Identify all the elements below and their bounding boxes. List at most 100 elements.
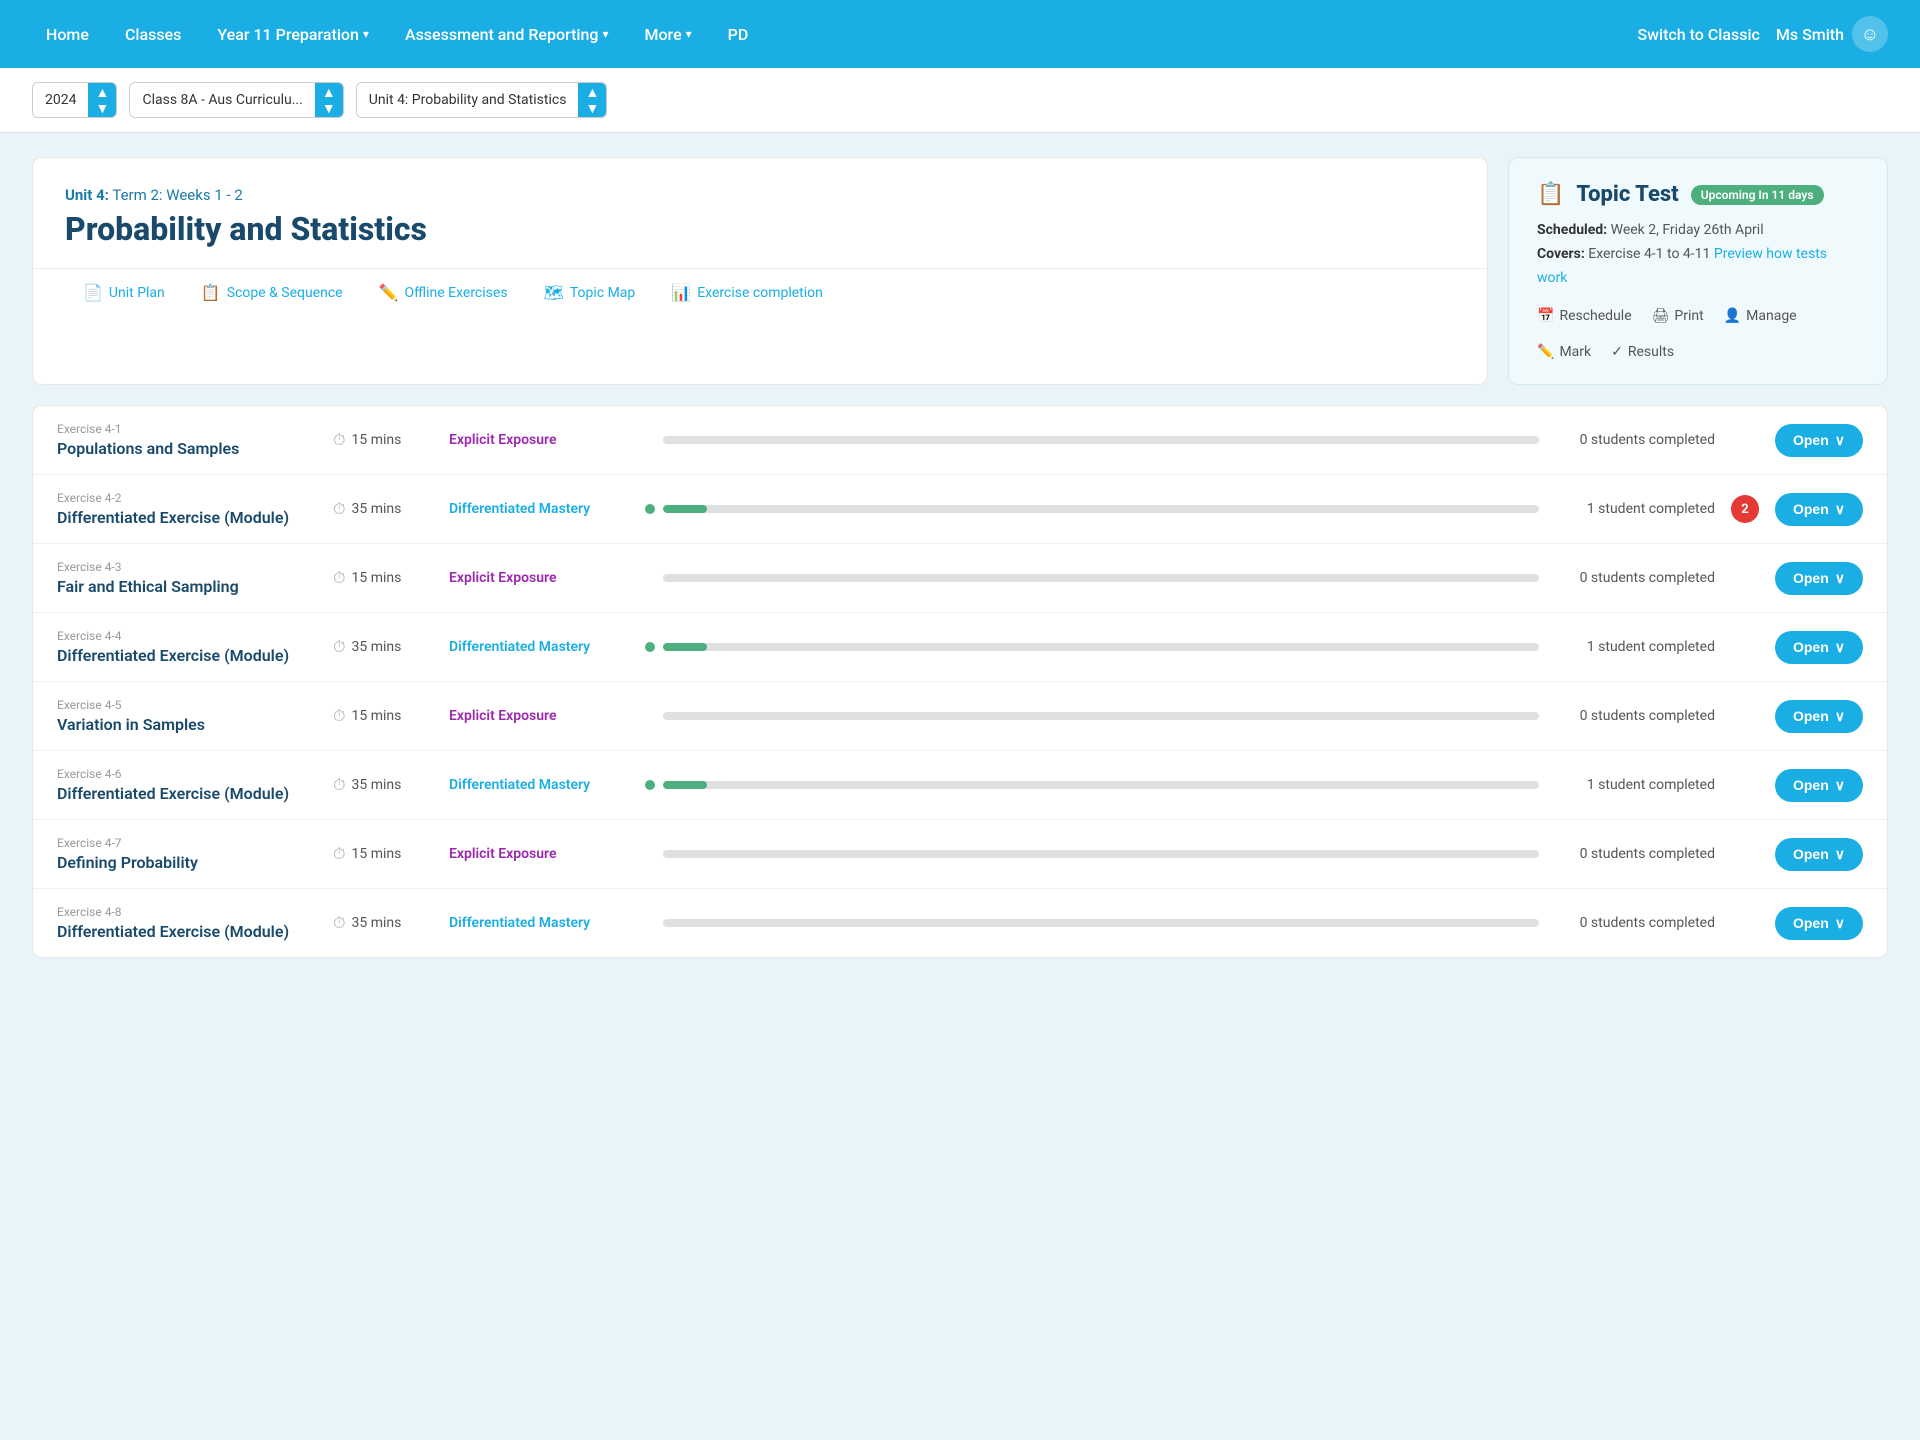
chevron-down-icon: ∨ xyxy=(1835,915,1845,932)
reschedule-icon: 📅 xyxy=(1537,308,1554,324)
progress-bar xyxy=(663,850,1539,858)
exercise-completed-count: 0 students completed xyxy=(1555,570,1715,586)
print-button[interactable]: 🖨 Print xyxy=(1652,308,1704,324)
exercise-progress xyxy=(645,850,1539,858)
class-chevron-icon[interactable]: ▲▼ xyxy=(315,83,343,117)
progress-bar xyxy=(663,505,1539,513)
table-row: Exercise 4-3 Fair and Ethical Sampling ⏱… xyxy=(33,544,1887,613)
tab-unit-plan[interactable]: 📄 Unit Plan xyxy=(65,269,183,316)
class-selector[interactable]: Class 8A - Aus Curriculu... ▲▼ xyxy=(129,82,343,118)
open-button[interactable]: Open ∨ xyxy=(1775,700,1863,733)
offline-exercises-icon: ✏️ xyxy=(379,283,399,302)
clock-icon: ⏱ xyxy=(333,499,345,519)
exercise-info: Exercise 4-4 Differentiated Exercise (Mo… xyxy=(57,629,317,665)
toolbar: 2024 ▲▼ Class 8A - Aus Curriculu... ▲▼ U… xyxy=(0,68,1920,133)
results-button[interactable]: ✓ Results xyxy=(1611,344,1674,360)
exercise-info: Exercise 4-3 Fair and Ethical Sampling xyxy=(57,560,317,596)
table-row: Exercise 4-1 Populations and Samples ⏱ 1… xyxy=(33,406,1887,475)
exercise-name: Differentiated Exercise (Module) xyxy=(57,508,317,527)
main-content: Unit 4: Term 2: Weeks 1 - 2 Probability … xyxy=(0,133,1920,982)
exercise-completed-count: 0 students completed xyxy=(1555,846,1715,862)
progress-dot xyxy=(645,780,655,790)
mark-icon: ✏️ xyxy=(1537,344,1554,360)
nav-home[interactable]: Home xyxy=(32,17,103,52)
year-selector[interactable]: 2024 ▲▼ xyxy=(32,82,117,118)
chevron-down-icon: ▾ xyxy=(602,27,608,41)
progress-bar-fill xyxy=(663,643,707,651)
user-name: Ms Smith xyxy=(1776,25,1844,44)
topic-test-header: 📋 Topic Test Upcoming In 11 days xyxy=(1537,182,1859,207)
nav-more[interactable]: More ▾ xyxy=(630,17,705,52)
open-button[interactable]: Open ∨ xyxy=(1775,838,1863,871)
progress-bar xyxy=(663,436,1539,444)
open-button[interactable]: Open ∨ xyxy=(1775,424,1863,457)
exercise-name: Populations and Samples xyxy=(57,439,317,458)
nav-classes[interactable]: Classes xyxy=(111,17,195,52)
tab-offline-exercises[interactable]: ✏️ Offline Exercises xyxy=(361,269,526,316)
topic-test-info: Scheduled: Week 2, Friday 26th April Cov… xyxy=(1537,219,1859,290)
year-chevron-icon[interactable]: ▲▼ xyxy=(88,83,116,117)
clock-icon: ⏱ xyxy=(333,430,345,450)
clock-icon: ⏱ xyxy=(333,844,345,864)
unit-plan-icon: 📄 xyxy=(83,283,103,302)
user-avatar-icon: ☺ xyxy=(1852,16,1888,52)
exercise-type: Explicit Exposure xyxy=(449,846,629,862)
nav-year11[interactable]: Year 11 Preparation ▾ xyxy=(203,17,383,52)
exercise-info: Exercise 4-1 Populations and Samples xyxy=(57,422,317,458)
clock-icon: ⏱ xyxy=(333,637,345,657)
manage-button[interactable]: 👤 Manage xyxy=(1724,308,1797,324)
exercise-progress xyxy=(645,642,1539,652)
exercises-list: Exercise 4-1 Populations and Samples ⏱ 1… xyxy=(32,405,1888,958)
open-button[interactable]: Open ∨ xyxy=(1775,631,1863,664)
exercise-number: Exercise 4-8 xyxy=(57,905,317,919)
open-button[interactable]: Open ∨ xyxy=(1775,769,1863,802)
reschedule-button[interactable]: 📅 Reschedule xyxy=(1537,308,1632,324)
print-icon: 🖨 xyxy=(1652,308,1670,324)
exercise-time: ⏱ 15 mins xyxy=(333,568,433,588)
nav-assessment[interactable]: Assessment and Reporting ▾ xyxy=(391,17,623,52)
progress-bar xyxy=(663,781,1539,789)
exercise-number: Exercise 4-7 xyxy=(57,836,317,850)
unit-selector[interactable]: Unit 4: Probability and Statistics ▲▼ xyxy=(356,82,608,118)
exercise-number: Exercise 4-2 xyxy=(57,491,317,505)
topic-test-card: 📋 Topic Test Upcoming In 11 days Schedul… xyxy=(1508,157,1888,385)
chevron-down-icon: ∨ xyxy=(1835,708,1845,725)
open-button[interactable]: Open ∨ xyxy=(1775,493,1863,526)
unit-term: Unit 4: Term 2: Weeks 1 - 2 xyxy=(65,186,1455,204)
tab-exercise-completion[interactable]: 📊 Exercise completion xyxy=(653,269,841,316)
exercise-name: Differentiated Exercise (Module) xyxy=(57,784,317,803)
exercise-type: Differentiated Mastery xyxy=(449,501,629,517)
mark-button[interactable]: ✏️ Mark xyxy=(1537,344,1591,360)
exercise-number: Exercise 4-1 xyxy=(57,422,317,436)
results-icon: ✓ xyxy=(1611,344,1623,360)
topic-map-icon: 🗺 xyxy=(544,283,564,302)
switch-classic-button[interactable]: Switch to Classic xyxy=(1637,25,1759,44)
navbar: Home Classes Year 11 Preparation ▾ Asses… xyxy=(0,0,1920,68)
exercise-type: Explicit Exposure xyxy=(449,708,629,724)
open-button[interactable]: Open ∨ xyxy=(1775,562,1863,595)
exercise-name: Defining Probability xyxy=(57,853,317,872)
nav-pd[interactable]: PD xyxy=(714,17,763,52)
exercise-completed-count: 0 students completed xyxy=(1555,915,1715,931)
exercise-type: Differentiated Mastery xyxy=(449,915,629,931)
unit-chevron-icon[interactable]: ▲▼ xyxy=(578,83,606,117)
clock-icon: ⏱ xyxy=(333,706,345,726)
tab-topic-map[interactable]: 🗺 Topic Map xyxy=(526,269,654,316)
chevron-down-icon: ∨ xyxy=(1835,432,1845,449)
tab-scope-sequence[interactable]: 📋 Scope & Sequence xyxy=(183,269,361,316)
user-menu[interactable]: Ms Smith ☺ xyxy=(1776,16,1888,52)
progress-dot xyxy=(645,642,655,652)
table-row: Exercise 4-5 Variation in Samples ⏱ 15 m… xyxy=(33,682,1887,751)
exercise-time: ⏱ 35 mins xyxy=(333,775,433,795)
unit-info-card: Unit 4: Term 2: Weeks 1 - 2 Probability … xyxy=(32,157,1488,385)
table-row: Exercise 4-4 Differentiated Exercise (Mo… xyxy=(33,613,1887,682)
table-row: Exercise 4-8 Differentiated Exercise (Mo… xyxy=(33,889,1887,957)
exercise-completed-count: 1 student completed xyxy=(1555,639,1715,655)
exercise-completed-count: 0 students completed xyxy=(1555,708,1715,724)
open-button[interactable]: Open ∨ xyxy=(1775,907,1863,940)
unit-header-row: Unit 4: Term 2: Weeks 1 - 2 Probability … xyxy=(32,157,1888,385)
exercise-name: Differentiated Exercise (Module) xyxy=(57,922,317,941)
exercise-name: Fair and Ethical Sampling xyxy=(57,577,317,596)
exercise-name: Differentiated Exercise (Module) xyxy=(57,646,317,665)
exercise-type: Explicit Exposure xyxy=(449,432,629,448)
